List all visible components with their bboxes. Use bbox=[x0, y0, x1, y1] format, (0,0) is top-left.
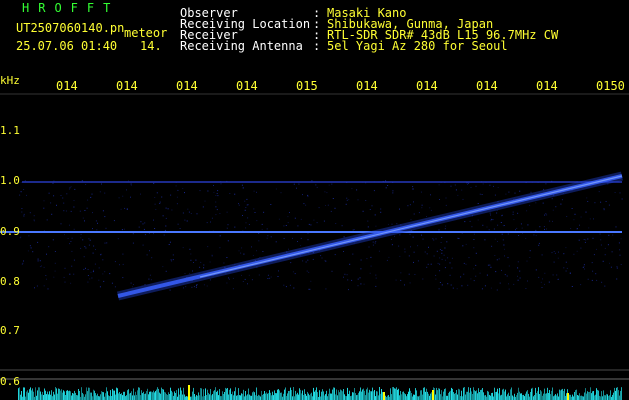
spectrogram-noise-floor bbox=[18, 387, 622, 400]
time-tick-3: 014 bbox=[176, 79, 198, 93]
time-tick-4: 014 bbox=[236, 79, 258, 93]
antenna-label: Receiving Antenna bbox=[180, 39, 303, 53]
freq-unit-label: kHz bbox=[0, 74, 20, 87]
freq-tick-1-1: 1.1 bbox=[0, 124, 20, 137]
freq-tick-0-9: 0.9 bbox=[0, 225, 20, 238]
capture-datetime: 25.07.06 01:40 bbox=[16, 39, 118, 53]
freq-tick-0-6: 0.6 bbox=[0, 375, 20, 388]
time-tick-2: 014 bbox=[116, 79, 138, 93]
time-tick-10: 0150 bbox=[596, 79, 625, 93]
time-tick-1: 014 bbox=[56, 79, 78, 93]
antenna-value: 5el Yagi Az 280 for Seoul bbox=[327, 39, 508, 53]
file-tag: meteor bbox=[124, 26, 168, 40]
freq-tick-0-8: 0.8 bbox=[0, 275, 20, 288]
meteor-echo-trace bbox=[116, 171, 624, 301]
freq-tick-0-7: 0.7 bbox=[0, 324, 20, 337]
time-tick-9: 014 bbox=[536, 79, 558, 93]
spectrogram-canvas bbox=[0, 93, 629, 400]
time-tick-6: 014 bbox=[356, 79, 378, 93]
file-name: UT2507060140.pn bbox=[16, 21, 125, 35]
time-tick-8: 014 bbox=[476, 79, 498, 93]
time-tick-7: 014 bbox=[416, 79, 438, 93]
antenna-separator: : bbox=[313, 39, 321, 53]
freq-tick-1-0: 1.0 bbox=[0, 174, 20, 187]
capture-count: 14. bbox=[140, 39, 162, 53]
brand-title: HROFFT bbox=[22, 1, 120, 15]
time-tick-5: 015 bbox=[296, 79, 318, 93]
